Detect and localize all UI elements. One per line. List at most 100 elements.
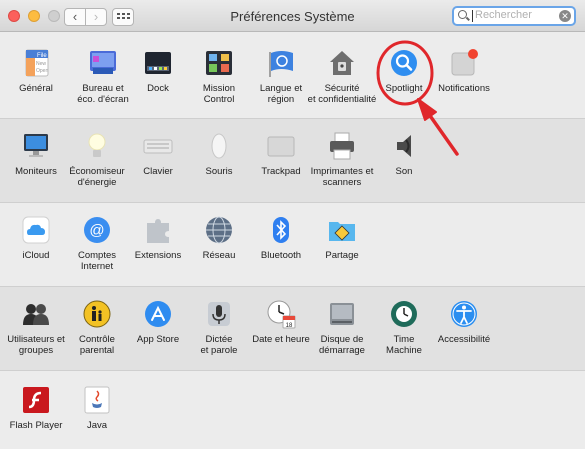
pane-app-store[interactable]: App Store [125, 299, 191, 345]
pane-row-personal: File New Open Général Bureau et éco. d'écr… [0, 32, 585, 118]
printer-icon [327, 131, 357, 161]
pane-label: Accessibilité [437, 334, 491, 345]
pane-label: Spotlight [385, 83, 423, 94]
notifications-icon [449, 48, 479, 78]
startup-disk-icon [327, 299, 357, 329]
pane-label: Disque de démarrage [319, 334, 365, 356]
parental-controls-icon [82, 299, 112, 329]
pane-dock[interactable]: Dock [125, 48, 191, 94]
pane-label: Trackpad [261, 166, 301, 177]
spotlight-icon [389, 48, 419, 78]
pane-row-hardware: Moniteurs Économiseur d'énergie Clavier … [0, 118, 585, 202]
pane-flash-player[interactable]: Flash Player [3, 385, 69, 431]
svg-text:Open: Open [36, 68, 48, 74]
pane-label: Économiseur d'énergie [69, 166, 125, 188]
pane-sound[interactable]: Son [371, 131, 437, 177]
pane-label: Utilisateurs et groupes [7, 334, 65, 356]
users-icon [21, 299, 51, 329]
icloud-icon [21, 215, 51, 245]
clear-search-icon[interactable]: ✕ [559, 10, 571, 22]
pane-label: Time Machine [386, 334, 422, 356]
pane-users-groups[interactable]: Utilisateurs et groupes [3, 299, 69, 356]
pane-internet-accounts[interactable]: @ Comptes Internet [64, 215, 130, 272]
pane-label: Moniteurs [15, 166, 57, 177]
svg-text:18: 18 [286, 323, 293, 329]
pane-label: Mission Control [202, 83, 236, 105]
speaker-icon [389, 131, 419, 161]
pane-printers-scanners[interactable]: Imprimantes et scanners [307, 131, 377, 188]
pane-mission-control[interactable]: Mission Control [186, 48, 252, 105]
pane-label: Langue et région [259, 83, 303, 105]
pane-parental-controls[interactable]: Contrôle parental [64, 299, 130, 356]
flash-player-icon [21, 385, 51, 415]
sharing-folder-icon [327, 215, 357, 245]
search-placeholder: Rechercher [475, 9, 532, 21]
pane-label: Dock [147, 83, 169, 94]
search-icon [458, 10, 467, 19]
pane-displays[interactable]: Moniteurs [3, 131, 69, 177]
pane-label: Bluetooth [260, 250, 302, 261]
pane-label: Imprimantes et scanners [310, 166, 374, 188]
pane-row-system: Utilisateurs et groupes Contrôle parenta… [0, 286, 585, 370]
pane-label: Date et heure [252, 334, 310, 345]
pane-label: Réseau [202, 250, 236, 261]
pane-trackpad[interactable]: Trackpad [248, 131, 314, 177]
pane-language-region[interactable]: Langue et région [248, 48, 314, 105]
keyboard-icon [143, 131, 173, 161]
pane-spotlight[interactable]: Spotlight [371, 48, 437, 94]
pane-label: Souris [205, 166, 233, 177]
accessibility-icon [449, 299, 479, 329]
desktop-screensaver-icon [88, 48, 118, 78]
trackpad-icon [266, 131, 296, 161]
bluetooth-icon [266, 215, 296, 245]
pane-label: Sécurité et confidentialité [307, 83, 377, 105]
app-store-icon [143, 299, 173, 329]
security-house-icon [327, 48, 357, 78]
pane-label: Contrôle parental [79, 334, 115, 356]
pane-label: Dictée et parole [200, 334, 238, 356]
language-flag-icon [266, 48, 296, 78]
pane-label: App Store [136, 334, 180, 345]
pane-bluetooth[interactable]: Bluetooth [248, 215, 314, 261]
pane-security-privacy[interactable]: Sécurité et confidentialité [307, 48, 377, 105]
svg-text:File: File [37, 53, 47, 59]
java-icon [82, 385, 112, 415]
pane-java[interactable]: Java [64, 385, 130, 431]
pane-label: Partage [325, 250, 359, 261]
pane-row-internet: iCloud @ Comptes Internet Extensions Rés… [0, 202, 585, 286]
svg-text:@: @ [89, 222, 104, 239]
general-icon: File New Open [21, 48, 51, 78]
pane-startup-disk[interactable]: Disque de démarrage [309, 299, 375, 356]
pane-general[interactable]: File New Open Général [3, 48, 69, 94]
time-machine-icon [389, 299, 419, 329]
dock-icon [143, 48, 173, 78]
pane-keyboard[interactable]: Clavier [125, 131, 191, 177]
mission-control-icon [204, 48, 234, 78]
pane-energy-saver[interactable]: Économiseur d'énergie [64, 131, 130, 188]
pane-time-machine[interactable]: Time Machine [371, 299, 437, 356]
microphone-icon [204, 299, 234, 329]
pane-mouse[interactable]: Souris [186, 131, 252, 177]
pane-notifications[interactable]: Notifications [431, 48, 497, 94]
pane-label: Clavier [143, 166, 173, 177]
pane-network[interactable]: Réseau [186, 215, 252, 261]
internet-accounts-at-icon: @ [82, 215, 112, 245]
pane-label: Flash Player [9, 420, 63, 431]
puzzle-icon [143, 215, 173, 245]
pane-label: Java [86, 420, 108, 431]
display-icon [21, 131, 51, 161]
pane-date-time[interactable]: 18 Date et heure [248, 299, 314, 345]
pane-label: iCloud [22, 250, 50, 261]
pane-extensions[interactable]: Extensions [125, 215, 191, 261]
pane-label: Général [19, 83, 53, 94]
text-cursor [472, 10, 473, 22]
clock-calendar-icon: 18 [266, 299, 296, 329]
lightbulb-icon [82, 131, 112, 161]
pane-icloud[interactable]: iCloud [3, 215, 69, 261]
search-field[interactable]: Rechercher ✕ [452, 6, 576, 26]
pane-label: Comptes Internet [77, 250, 116, 272]
pane-accessibility[interactable]: Accessibilité [431, 299, 497, 345]
pane-sharing[interactable]: Partage [309, 215, 375, 261]
pane-dictation-speech[interactable]: Dictée et parole [186, 299, 252, 356]
pane-label: Notifications [438, 83, 490, 94]
